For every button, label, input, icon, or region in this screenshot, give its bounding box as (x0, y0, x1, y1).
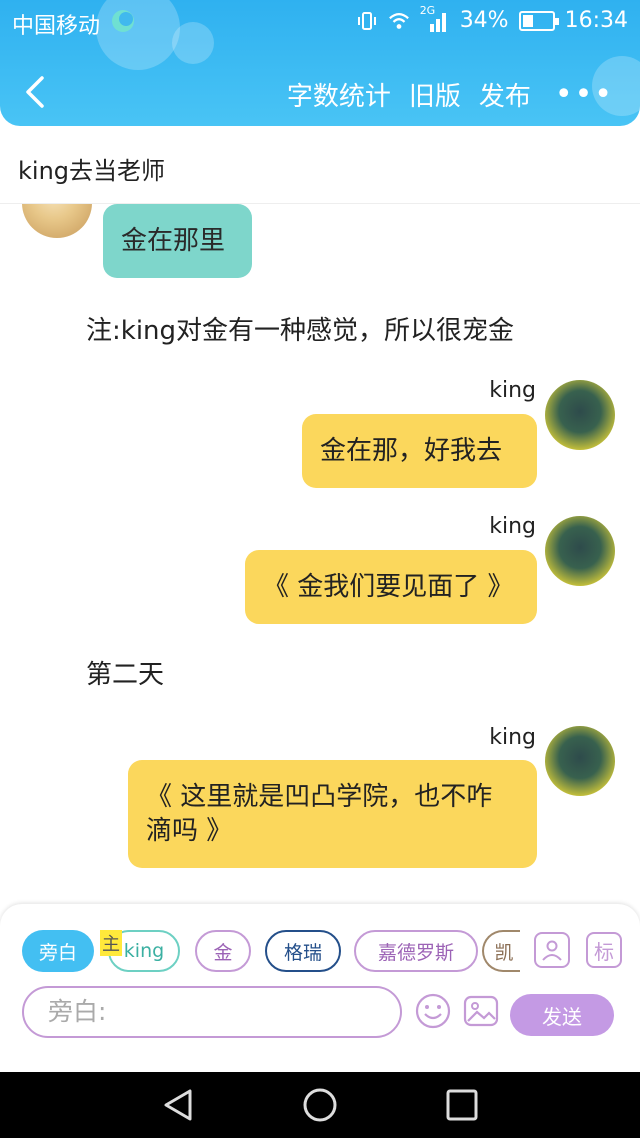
role-chip-kai[interactable]: 凯 (482, 930, 520, 972)
vibrate-icon (357, 11, 376, 30)
message-text: 《 金我们要见面了 》 (263, 572, 514, 602)
word-count-button[interactable]: 字数统计 (287, 76, 391, 113)
message-input[interactable]: 旁白: (22, 986, 402, 1038)
message-bubble[interactable]: 《 这里就是凹凸学院，也不咋 滴吗 》 (128, 760, 537, 868)
wifi-icon (388, 12, 409, 29)
role-chip-jiadeluosi[interactable]: 嘉德罗斯 (354, 930, 478, 972)
main-role-badge: 主 (100, 930, 122, 956)
emoji-icon[interactable] (414, 992, 452, 1030)
carrier-label: 中国移动 (12, 14, 101, 39)
message-bubble[interactable]: 金在那，好我去 (302, 414, 537, 488)
status-bar: 中国移动 2G 34% 16:34 (0, 0, 640, 44)
sender-name: king (489, 514, 536, 539)
avatar-king[interactable] (545, 516, 615, 586)
person-icon (542, 940, 562, 961)
app-header: 中国移动 2G 34% 16:34 字数统计 旧版 发布 ••• (0, 0, 640, 126)
nav-recents-icon[interactable] (444, 1088, 480, 1122)
role-chip-jin[interactable]: 金 (195, 930, 251, 972)
send-button[interactable]: 发送 (510, 994, 614, 1036)
battery-percent: 34% (459, 8, 509, 33)
nav-bar: 字数统计 旧版 发布 ••• (0, 60, 640, 126)
avatar-king[interactable] (545, 726, 615, 796)
narration-text[interactable]: 第二天 (86, 654, 164, 691)
battery-icon (518, 10, 559, 31)
role-chip-narration[interactable]: 旁白 (22, 930, 94, 972)
message-text: 《 这里就是凹凸学院，也不咋 (146, 782, 493, 812)
image-icon[interactable] (462, 992, 500, 1030)
story-title[interactable]: king去当老师 (18, 151, 165, 186)
clock: 16:34 (564, 8, 628, 33)
avatar-king[interactable] (545, 380, 615, 450)
message-text: 金在那，好我去 (320, 436, 503, 466)
role-chip-gerui[interactable]: 格瑞 (265, 930, 341, 972)
composer-panel: 旁白 king 主 金 格瑞 嘉德罗斯 凯 标 旁白: 发送 (0, 904, 640, 1072)
chat-area[interactable]: 金在那里 注:king对金有一种感觉，所以很宠金 king 金在那，好我去 ki… (0, 204, 640, 904)
story-title-bar: king去当老师 (0, 126, 640, 204)
role-chip-label: 凯 (494, 941, 514, 964)
character-manage-button[interactable] (534, 932, 570, 968)
back-arrow-icon[interactable] (18, 74, 58, 110)
message-bubble[interactable]: 《 金我们要见面了 》 (245, 550, 537, 624)
message-text: 金在那里 (121, 226, 226, 256)
network-type-label: 2G (419, 3, 436, 17)
publish-button[interactable]: 发布 (479, 76, 531, 113)
avatar-jin[interactable] (22, 204, 92, 238)
more-menu-icon[interactable]: ••• (555, 77, 614, 112)
sender-name: king (489, 725, 536, 750)
nav-back-icon[interactable] (160, 1088, 196, 1122)
message-text: 滴吗 》 (146, 816, 233, 846)
nav-home-icon[interactable] (302, 1088, 338, 1122)
message-bubble[interactable]: 金在那里 (103, 204, 252, 278)
moon-icon (112, 10, 134, 32)
system-nav-bar (0, 1072, 640, 1138)
tag-button[interactable]: 标 (586, 932, 622, 968)
old-version-button[interactable]: 旧版 (409, 76, 461, 113)
signal-icon: 2G (420, 4, 450, 32)
narration-text[interactable]: 注:king对金有一种感觉，所以很宠金 (86, 310, 514, 347)
sender-name: king (489, 378, 536, 403)
